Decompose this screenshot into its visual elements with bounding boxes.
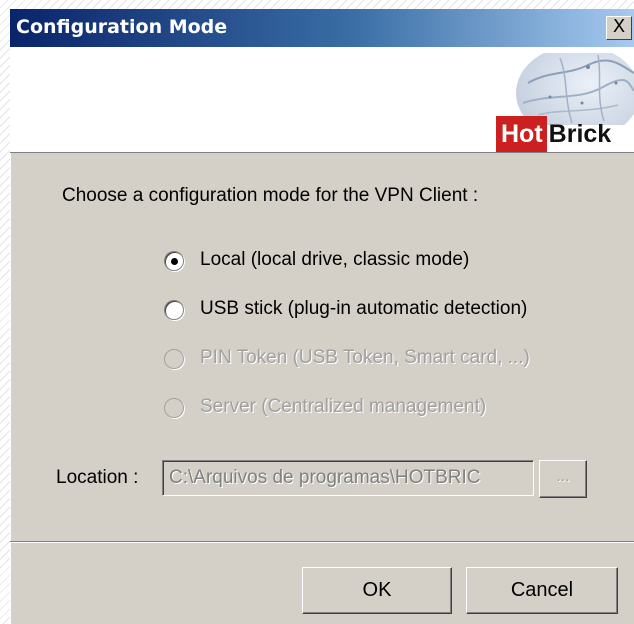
radio-label-usb-stick[interactable]: USB stick (plug-in automatic detection) [200, 298, 527, 320]
separator-line [10, 541, 634, 543]
location-field[interactable] [162, 460, 534, 496]
radio-button[interactable] [164, 300, 184, 320]
radio-button[interactable] [164, 251, 184, 271]
logo-brick-part: Brick [548, 120, 612, 148]
logo-hot-part: Hot [496, 116, 547, 152]
browse-button[interactable]: ... [539, 460, 587, 498]
title-bar[interactable]: Configuration Mode X [10, 9, 634, 47]
ok-button[interactable]: OK [302, 567, 452, 614]
radio-button [164, 349, 184, 369]
radio-label-local[interactable]: Local (local drive, classic mode) [200, 249, 469, 271]
location-label: Location : [56, 467, 139, 488]
radio-label-pin-token: PIN Token (USB Token, Smart card, ...) [200, 347, 530, 368]
radio-button [164, 398, 184, 418]
cancel-button[interactable]: Cancel [466, 567, 618, 614]
radio-label-server: Server (Centralized management) [200, 396, 487, 417]
header-banner: Hot Brick [10, 47, 634, 153]
configuration-mode-dialog: Configuration Mode X Hot Brick Choose a … [10, 9, 634, 624]
close-icon: X [612, 16, 626, 37]
globe-icon [516, 53, 634, 125]
hotbrick-logo: Hot Brick [496, 116, 611, 152]
close-button[interactable]: X [606, 16, 632, 40]
radio-selected-dot [171, 258, 178, 265]
window-title: Configuration Mode [16, 16, 228, 38]
mode-prompt: Choose a configuration mode for the VPN … [62, 185, 479, 206]
